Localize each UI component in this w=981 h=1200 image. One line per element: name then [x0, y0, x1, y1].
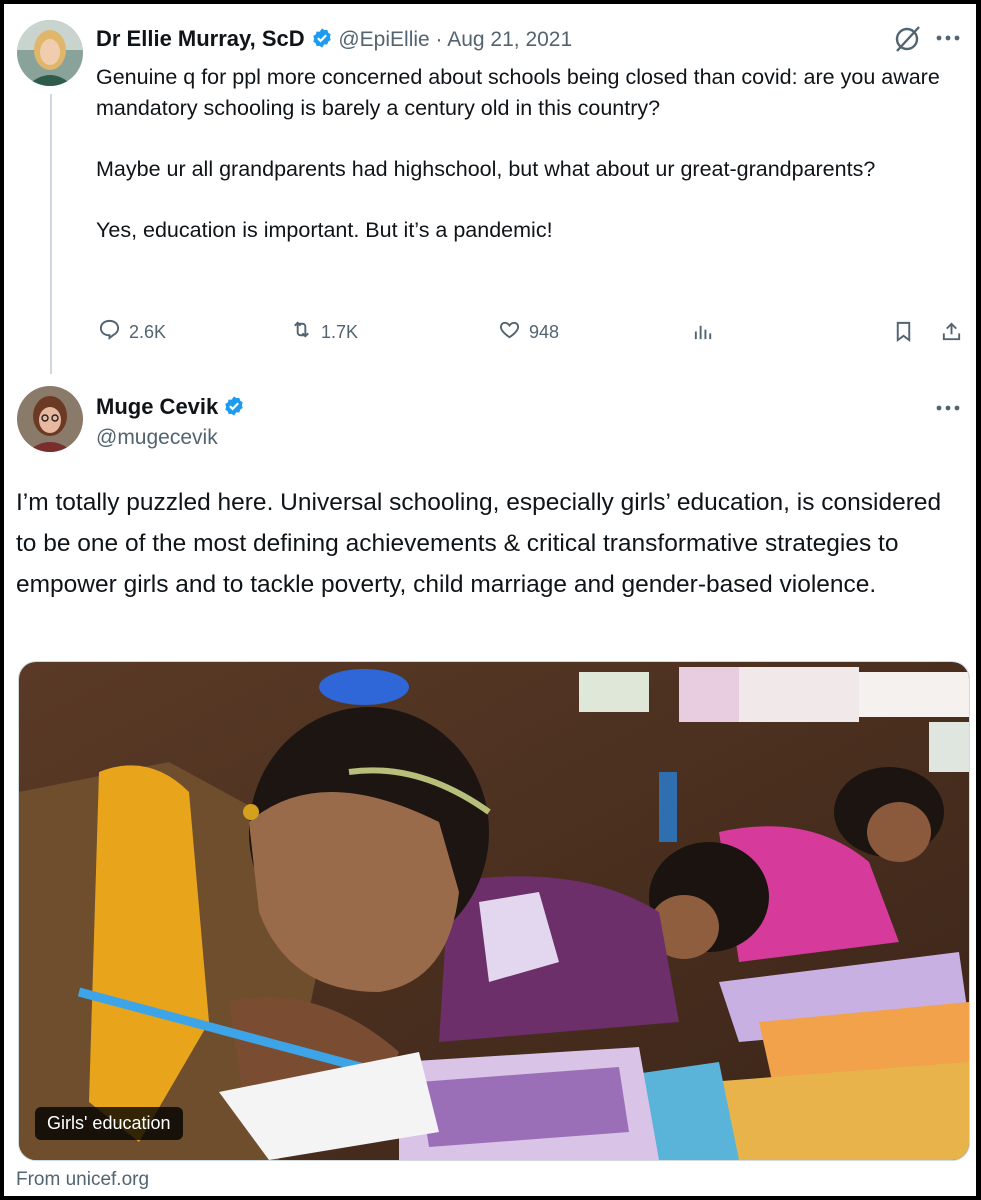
tweet-paragraph: Genuine q for ppl more concerned about s… — [96, 65, 940, 120]
media-image[interactable]: Girls' education — [18, 661, 970, 1161]
handle-and-date[interactable]: @EpiEllie · Aug 21, 2021 — [338, 28, 572, 51]
author-handle[interactable]: @mugecevik — [96, 426, 218, 450]
bookmark-button[interactable] — [892, 320, 915, 348]
reply-button[interactable]: 2.6K — [98, 318, 166, 346]
retweet-count: 1.7K — [321, 321, 359, 342]
verified-badge-icon — [223, 395, 245, 417]
like-button[interactable]: 948 — [498, 318, 559, 346]
link-source[interactable]: From unicef.org — [16, 1169, 149, 1191]
like-count: 948 — [529, 321, 560, 342]
share-icon — [940, 320, 963, 348]
like-icon — [498, 318, 521, 346]
tweet-paragraph: Yes, education is important. But it’s a … — [96, 218, 553, 242]
tweet-text: Genuine q for ppl more concerned about s… — [96, 62, 956, 246]
avatar[interactable] — [17, 386, 83, 452]
reply-author: Muge Cevik — [96, 394, 245, 420]
avatar[interactable] — [17, 20, 83, 86]
verified-badge-icon — [311, 27, 333, 49]
retweet-icon — [290, 318, 313, 346]
more-icon[interactable] — [934, 396, 962, 425]
no-entry-icon[interactable] — [892, 24, 922, 59]
tweet-screenshot: Dr Ellie Murray, ScD @EpiEllie · Aug 21,… — [4, 4, 976, 1196]
reply-count: 2.6K — [129, 321, 167, 342]
author-name[interactable]: Dr Ellie Murray, ScD — [96, 26, 305, 51]
tweet-text: I’m totally puzzled here. Universal scho… — [16, 489, 942, 598]
tweet-paragraph: Maybe ur all grandparents had highschool… — [96, 157, 876, 181]
tweet-header: Dr Ellie Murray, ScD @EpiEllie · Aug 21,… — [96, 26, 572, 52]
share-button[interactable] — [940, 320, 963, 348]
thread-line — [50, 94, 52, 374]
views-icon — [692, 320, 715, 348]
bookmark-icon — [892, 320, 915, 348]
author-name[interactable]: Muge Cevik — [96, 394, 218, 419]
retweet-button[interactable]: 1.7K — [290, 318, 358, 346]
more-icon[interactable] — [934, 26, 962, 55]
views-button[interactable] — [692, 320, 715, 348]
reply-icon — [98, 318, 121, 346]
classroom-photo — [19, 662, 969, 1160]
media-caption: Girls' education — [35, 1107, 183, 1140]
